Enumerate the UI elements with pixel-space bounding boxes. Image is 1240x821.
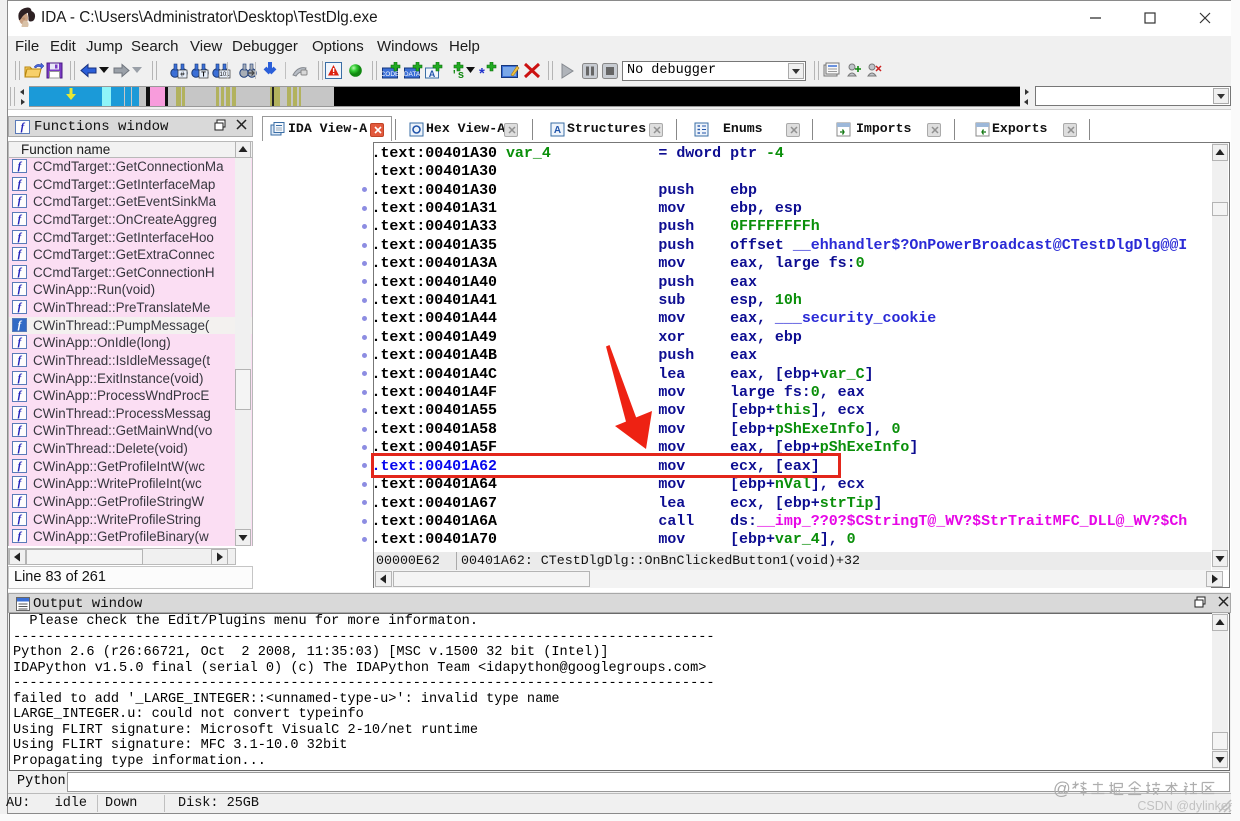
svg-text:'s: 's [451, 70, 464, 80]
svg-text:*: * [479, 65, 485, 80]
svg-text:A: A [554, 125, 561, 136]
svg-text:A: A [429, 69, 436, 79]
svg-text:@: @ [1053, 779, 1071, 799]
svg-text:101: 101 [219, 72, 230, 78]
svg-text:DATA: DATA [404, 71, 421, 78]
svg-text:T: T [201, 70, 206, 79]
svg-text:CODE: CODE [382, 71, 400, 78]
